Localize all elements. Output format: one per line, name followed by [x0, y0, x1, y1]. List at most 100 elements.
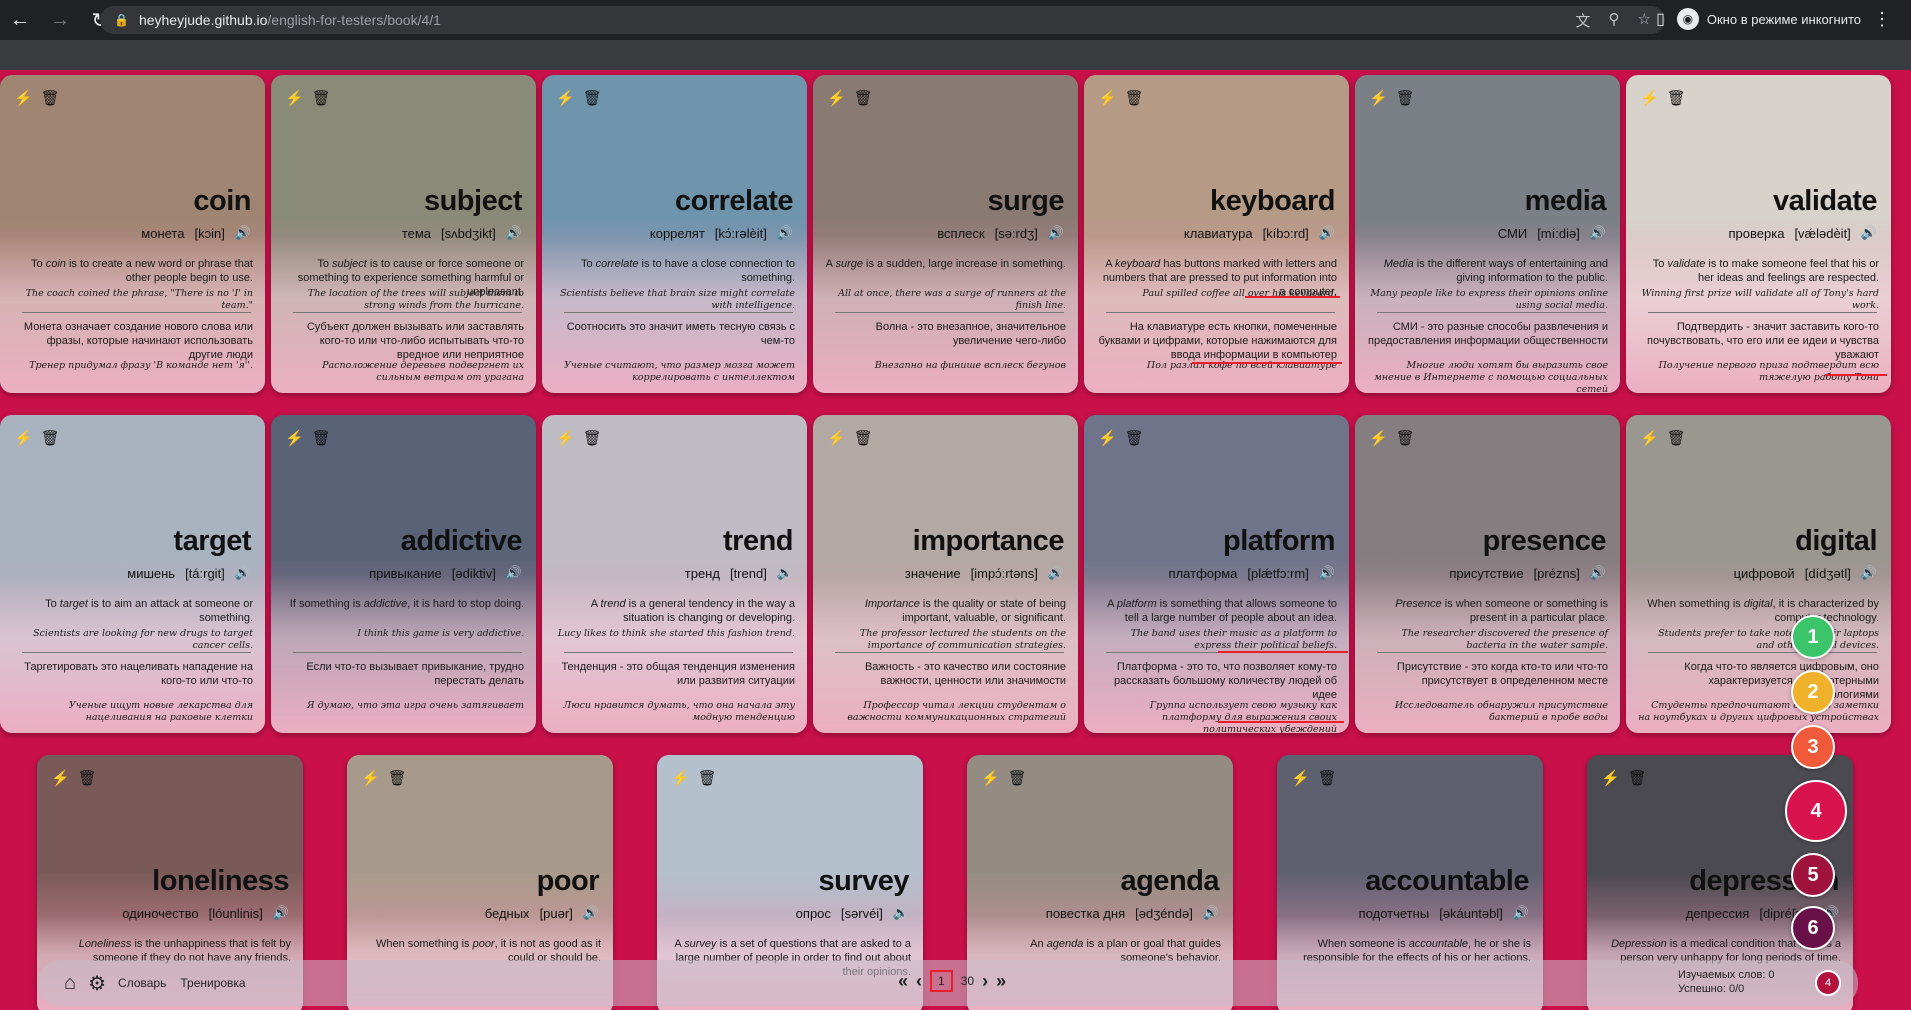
- speaker-icon[interactable]: 🔊: [1590, 225, 1606, 241]
- word-card[interactable]: ⚡ 🗑 media СМИ [mí:diə] 🔊 Media is the differen…: [1355, 75, 1620, 393]
- lightning-icon[interactable]: ⚡: [981, 769, 1000, 787]
- trash-icon[interactable]: 🗑: [1008, 769, 1027, 787]
- level-button-3[interactable]: 3: [1791, 725, 1835, 769]
- trash-icon[interactable]: 🗑: [41, 429, 60, 447]
- trash-icon[interactable]: 🗑: [583, 89, 602, 107]
- word-card[interactable]: ⚡ 🗑 correlate коррелят [kɔ́:rəlèit] 🔊 To corre…: [542, 75, 807, 393]
- level-button-2[interactable]: 2: [1791, 670, 1835, 714]
- translate-icon[interactable]: 文: [1576, 10, 1591, 31]
- speaker-icon[interactable]: 🔊: [1048, 225, 1064, 241]
- trash-icon[interactable]: 🗑: [1125, 89, 1144, 107]
- trash-icon[interactable]: 🗑: [854, 89, 873, 107]
- speaker-icon[interactable]: 🔊: [1319, 565, 1335, 581]
- lightning-icon[interactable]: ⚡: [556, 89, 575, 107]
- speaker-icon[interactable]: 🔊: [777, 565, 793, 581]
- side-panel-icon[interactable]: ▯: [1656, 9, 1665, 29]
- trash-icon[interactable]: 🗑: [1628, 769, 1647, 787]
- speaker-icon[interactable]: 🔊: [506, 225, 522, 241]
- current-page-input[interactable]: 1: [930, 970, 953, 992]
- lightning-icon[interactable]: ⚡: [361, 769, 380, 787]
- card-ru-definition: Субъект должен вызывать или заставлять к…: [306, 321, 524, 361]
- speaker-icon[interactable]: 🔊: [1048, 565, 1064, 581]
- trash-icon[interactable]: 🗑: [1667, 429, 1686, 447]
- trash-icon[interactable]: 🗑: [312, 89, 331, 107]
- speaker-icon[interactable]: 🔊: [506, 565, 522, 581]
- trash-icon[interactable]: 🗑: [1318, 769, 1337, 787]
- trash-icon[interactable]: 🗑: [1396, 429, 1415, 447]
- level-button-1[interactable]: 1: [1791, 615, 1835, 659]
- trash-icon[interactable]: 🗑: [41, 89, 60, 107]
- lightning-icon[interactable]: ⚡: [1291, 769, 1310, 787]
- trash-icon[interactable]: 🗑: [583, 429, 602, 447]
- lightning-icon[interactable]: ⚡: [827, 89, 846, 107]
- word-card[interactable]: ⚡ 🗑 digital цифровой [dídʒətl] 🔊 When somethin…: [1626, 415, 1891, 733]
- word-card[interactable]: ⚡ 🗑 presence присутствие [prézns] 🔊 Presence i…: [1355, 415, 1620, 733]
- lightning-icon[interactable]: ⚡: [14, 89, 33, 107]
- word-card[interactable]: ⚡ 🗑 subject тема [sʌbdʒikt] 🔊 To subject is to…: [271, 75, 536, 393]
- gear-icon[interactable]: ⚙: [88, 971, 106, 996]
- word-card[interactable]: ⚡ 🗑 coin монета [kɔin] 🔊 To coin is to create …: [0, 75, 265, 393]
- training-link[interactable]: Тренировка: [180, 976, 245, 990]
- forward-icon[interactable]: →: [40, 9, 80, 32]
- speaker-icon[interactable]: 🔊: [583, 905, 599, 921]
- lightning-icon[interactable]: ⚡: [1640, 429, 1659, 447]
- dictionary-link[interactable]: Словарь: [118, 976, 166, 990]
- lightning-icon[interactable]: ⚡: [1098, 429, 1117, 447]
- level-button-5[interactable]: 5: [1791, 853, 1835, 897]
- speaker-icon[interactable]: 🔊: [273, 905, 289, 921]
- lightning-icon[interactable]: ⚡: [1369, 89, 1388, 107]
- word-card[interactable]: ⚡ 🗑 trend тренд [trend] 🔊 A trend is a general…: [542, 415, 807, 733]
- trash-icon[interactable]: 🗑: [1125, 429, 1144, 447]
- speaker-icon[interactable]: 🔊: [1590, 565, 1606, 581]
- lightning-icon[interactable]: ⚡: [14, 429, 33, 447]
- last-page-icon[interactable]: »: [996, 971, 1006, 992]
- lightning-icon[interactable]: ⚡: [285, 89, 304, 107]
- lightning-icon[interactable]: ⚡: [1601, 769, 1620, 787]
- speaker-icon[interactable]: 🔊: [235, 565, 251, 581]
- lightning-icon[interactable]: ⚡: [285, 429, 304, 447]
- home-icon[interactable]: ⌂: [64, 972, 76, 995]
- word-card[interactable]: ⚡ 🗑 keyboard клавиатура [kíbɔ:rd] 🔊 A keyboard…: [1084, 75, 1349, 393]
- lightning-icon[interactable]: ⚡: [827, 429, 846, 447]
- speaker-icon[interactable]: 🔊: [1203, 905, 1219, 921]
- speaker-icon[interactable]: 🔊: [1861, 225, 1877, 241]
- incognito-indicator[interactable]: ◉ Окно в режиме инкогнито: [1676, 8, 1861, 30]
- trash-icon[interactable]: 🗑: [1667, 89, 1686, 107]
- next-page-icon[interactable]: ›: [982, 971, 988, 992]
- speaker-icon[interactable]: 🔊: [235, 225, 251, 241]
- trash-icon[interactable]: 🗑: [78, 769, 97, 787]
- back-icon[interactable]: ←: [0, 9, 40, 32]
- speaker-icon[interactable]: 🔊: [1513, 905, 1529, 921]
- speaker-icon[interactable]: 🔊: [893, 905, 909, 921]
- menu-kebab-icon[interactable]: ⋮: [1873, 9, 1891, 30]
- trash-icon[interactable]: 🗑: [1396, 89, 1415, 107]
- word-card[interactable]: ⚡ 🗑 platform платформа [plǽtfɔ:rm] 🔊 A platfor…: [1084, 415, 1349, 733]
- speaker-icon[interactable]: 🔊: [1861, 565, 1877, 581]
- current-level-badge[interactable]: 4: [1815, 970, 1841, 996]
- first-page-icon[interactable]: «: [898, 971, 908, 992]
- trash-icon[interactable]: 🗑: [698, 769, 717, 787]
- lightning-icon[interactable]: ⚡: [51, 769, 70, 787]
- lightning-icon[interactable]: ⚡: [1369, 429, 1388, 447]
- address-bar[interactable]: 🔒 heyheyjude.github.io/english-for-teste…: [100, 6, 1665, 34]
- zoom-icon[interactable]: ⚲: [1609, 10, 1620, 31]
- lightning-icon[interactable]: ⚡: [1640, 89, 1659, 107]
- word-card[interactable]: ⚡ 🗑 validate проверка [vǽlədèit] 🔊 To validate…: [1626, 75, 1891, 393]
- word-card[interactable]: ⚡ 🗑 addictive привыкание [ədiktiv] 🔊 If someth…: [271, 415, 536, 733]
- trash-icon[interactable]: 🗑: [854, 429, 873, 447]
- level-button-6[interactable]: 6: [1791, 906, 1835, 950]
- word-card[interactable]: ⚡ 🗑 surge всплеск [sə:rdʒ] 🔊 A surge is a sudd…: [813, 75, 1078, 393]
- word-card[interactable]: ⚡ 🗑 importance значение [impɔ́:rtəns] 🔊 Import…: [813, 415, 1078, 733]
- speaker-icon[interactable]: 🔊: [1319, 225, 1335, 241]
- word-card[interactable]: ⚡ 🗑 target мишень [tá:rgit] 🔊 To target is to …: [0, 415, 265, 733]
- card-transcription: [plǽtfɔ:rm]: [1247, 565, 1309, 581]
- level-button-4[interactable]: 4: [1785, 780, 1847, 842]
- trash-icon[interactable]: 🗑: [388, 769, 407, 787]
- lightning-icon[interactable]: ⚡: [671, 769, 690, 787]
- trash-icon[interactable]: 🗑: [312, 429, 331, 447]
- lightning-icon[interactable]: ⚡: [1098, 89, 1117, 107]
- lightning-icon[interactable]: ⚡: [556, 429, 575, 447]
- bookmark-star-icon[interactable]: ☆: [1638, 10, 1651, 31]
- prev-page-icon[interactable]: ‹: [916, 971, 922, 992]
- speaker-icon[interactable]: 🔊: [777, 225, 793, 241]
